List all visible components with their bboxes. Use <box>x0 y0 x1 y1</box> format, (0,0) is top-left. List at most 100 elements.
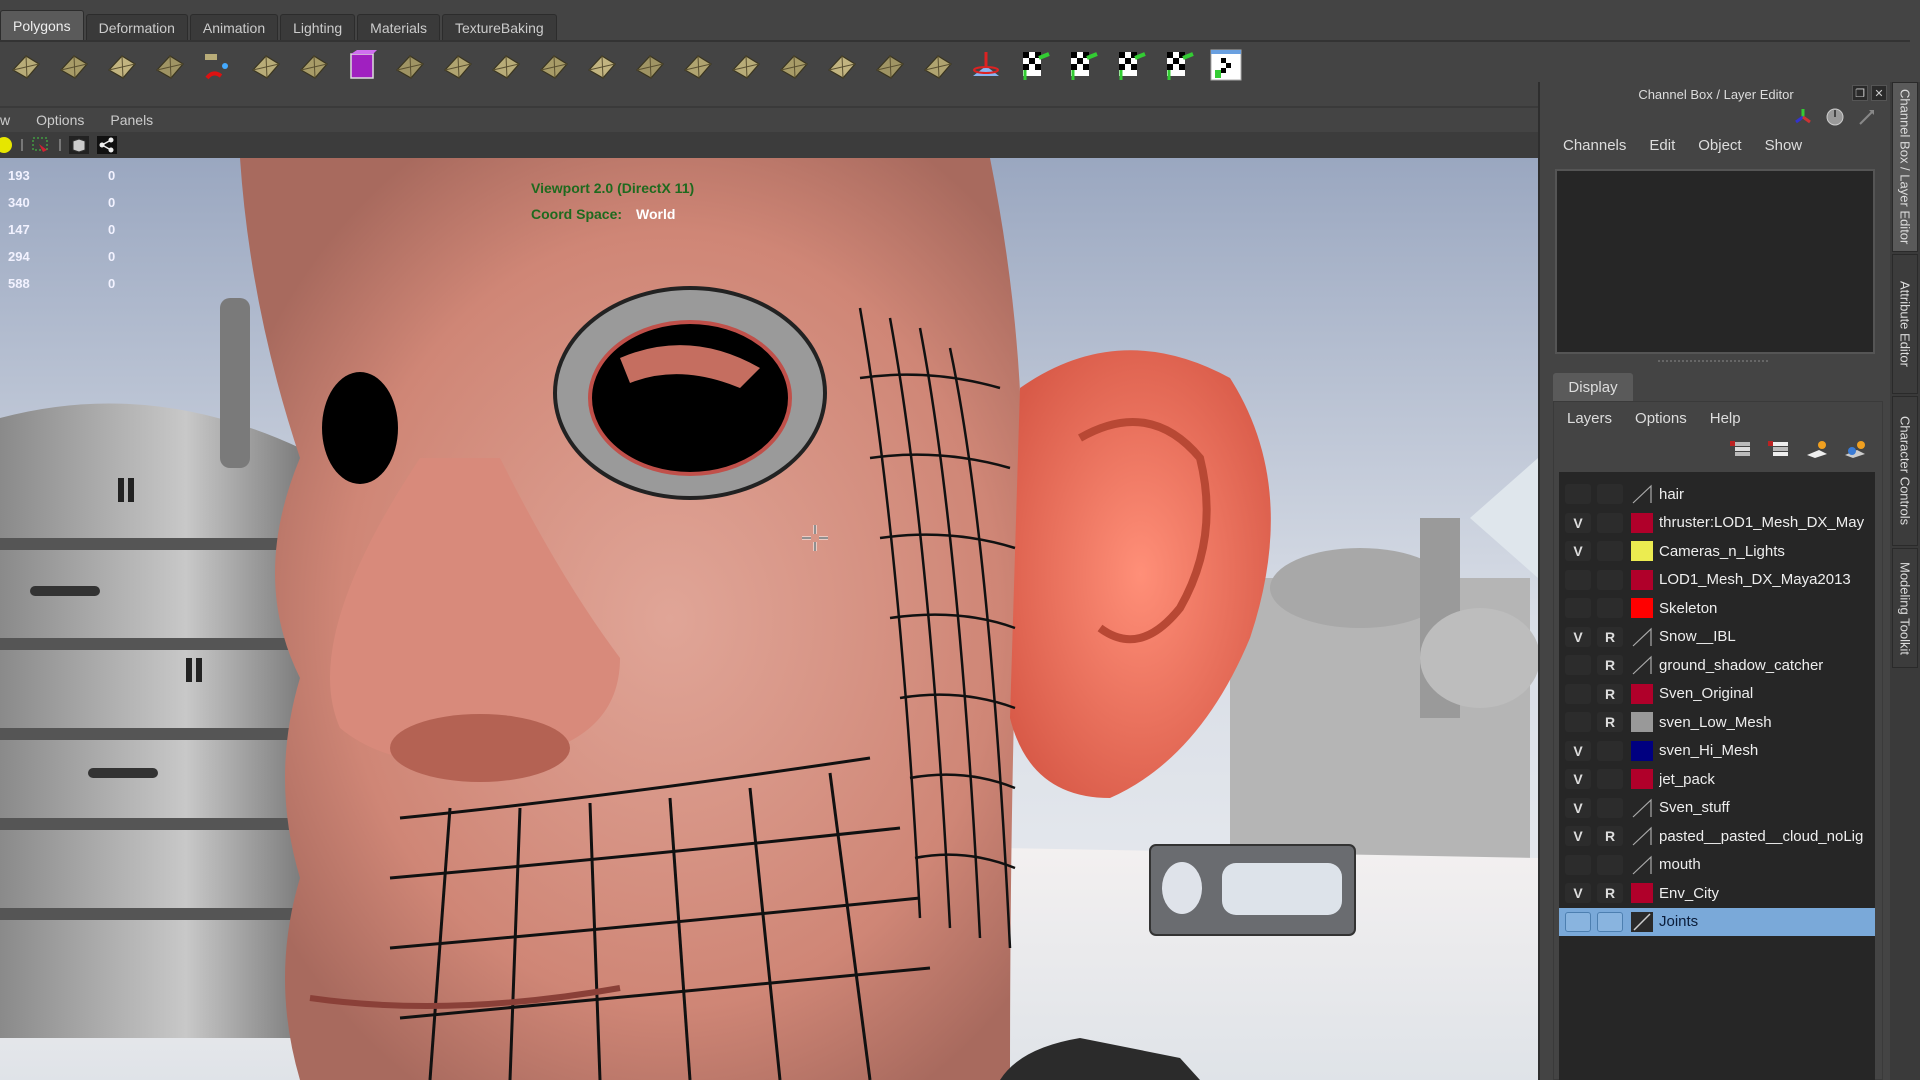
bridge-icon[interactable] <box>486 45 526 85</box>
merge-icon[interactable] <box>774 45 814 85</box>
layer-color-swatch[interactable] <box>1631 541 1653 561</box>
layer-color-swatch[interactable] <box>1631 512 1653 533</box>
offset-edge-loop-icon[interactable] <box>726 45 766 85</box>
shelf-tab-deformation[interactable]: Deformation <box>85 14 188 40</box>
menu-edit[interactable]: Edit <box>1649 137 1675 159</box>
layer-display-type-toggle[interactable] <box>1597 740 1623 761</box>
layer-row[interactable]: LOD1_Mesh_DX_Maya2013 <box>1559 566 1875 594</box>
layer-visibility-toggle[interactable]: V <box>1565 740 1591 761</box>
layer-display-type-toggle[interactable] <box>1597 598 1623 618</box>
layer-color-swatch[interactable] <box>1631 683 1653 704</box>
layer-color-swatch[interactable] <box>1631 883 1653 903</box>
sculpt-icon[interactable] <box>966 45 1006 85</box>
layer-display-type-toggle[interactable] <box>1597 769 1623 789</box>
layer-visibility-toggle[interactable] <box>1565 484 1591 504</box>
uv-spherical-icon[interactable] <box>1110 45 1150 85</box>
layer-row[interactable]: Vthruster:LOD1_Mesh_DX_May <box>1559 509 1875 537</box>
layer-row[interactable]: V Cameras_n_Lights <box>1559 537 1875 565</box>
menu-help[interactable]: Help <box>1710 410 1741 427</box>
shelf-tab-materials[interactable]: Materials <box>357 14 440 40</box>
fill-hole-icon[interactable] <box>582 45 622 85</box>
layer-display-type-toggle[interactable]: R <box>1597 626 1623 647</box>
layer-row[interactable]: hair <box>1559 480 1875 508</box>
layer-display-type-toggle[interactable] <box>1597 854 1623 875</box>
channel-box-area[interactable] <box>1555 169 1875 354</box>
poly-cone-icon[interactable] <box>54 45 94 85</box>
menu-layer-options[interactable]: Options <box>1635 410 1687 427</box>
layer-display-type-toggle[interactable] <box>1597 911 1623 932</box>
bevel-cube-icon[interactable] <box>342 45 382 85</box>
layer-color-swatch[interactable] <box>1631 826 1653 846</box>
layer-row[interactable]: Skeleton <box>1559 594 1875 622</box>
poke-icon[interactable] <box>918 45 958 85</box>
layer-row[interactable]: mouth <box>1559 851 1875 879</box>
new-anim-layer-icon[interactable] <box>1804 438 1830 460</box>
viewport-3d[interactable]: 193 0 340 0 147 0 294 0 588 0 Viewport 2.0 (Direc… <box>0 158 1538 1080</box>
menu-channels[interactable]: Channels <box>1563 137 1626 159</box>
menu-layers[interactable]: Layers <box>1567 410 1612 427</box>
layer-visibility-toggle[interactable] <box>1565 598 1591 618</box>
layer-visibility-toggle[interactable] <box>1565 569 1591 590</box>
combine-icon[interactable] <box>246 45 286 85</box>
shelf-tab-polygons[interactable]: Polygons <box>0 10 84 40</box>
shelf-tab-animation[interactable]: Animation <box>189 14 279 40</box>
layer-visibility-toggle[interactable]: V <box>1565 541 1591 561</box>
select-camera-icon[interactable] <box>30 135 52 155</box>
uv-editor-icon[interactable] <box>1206 45 1246 85</box>
vtab-character-controls[interactable]: Character Controls <box>1892 396 1918 546</box>
close-panel-button[interactable]: ✕ <box>1871 85 1887 101</box>
layer-visibility-toggle[interactable] <box>1565 683 1591 704</box>
layer-color-swatch[interactable] <box>1631 484 1653 504</box>
layer-visibility-toggle[interactable]: V <box>1565 826 1591 846</box>
layer-row[interactable]: V R Snow__IBL <box>1559 623 1875 651</box>
axis-icon[interactable] <box>1792 106 1814 128</box>
layer-display-type-toggle[interactable] <box>1597 541 1623 561</box>
menu-options[interactable]: Options <box>36 112 84 128</box>
layer-color-swatch[interactable] <box>1631 627 1653 647</box>
layer-row[interactable]: R Sven_Original <box>1559 680 1875 708</box>
layer-row[interactable]: V R Env_City <box>1559 879 1875 907</box>
append-icon[interactable] <box>534 45 574 85</box>
layer-row[interactable]: V Sven_stuff <box>1559 794 1875 822</box>
new-render-layer-icon[interactable] <box>1842 438 1868 460</box>
shelf-tab-texturebaking[interactable]: TextureBaking <box>441 14 557 40</box>
layer-display-type-toggle[interactable]: R <box>1597 712 1623 732</box>
layer-color-swatch[interactable] <box>1631 855 1653 875</box>
uv-automatic-icon[interactable] <box>1158 45 1198 85</box>
share-icon[interactable] <box>96 135 118 155</box>
layer-color-swatch[interactable] <box>1631 769 1653 789</box>
layer-row[interactable]: Vsven_Hi_Mesh <box>1559 737 1875 765</box>
collapse-icon[interactable] <box>822 45 862 85</box>
layer-color-swatch[interactable] <box>1631 598 1653 618</box>
layer-display-type-toggle[interactable]: R <box>1597 826 1623 846</box>
panel-resize-handle[interactable] <box>1658 360 1768 364</box>
uv-planar-icon[interactable] <box>1014 45 1054 85</box>
tab-display[interactable]: Display <box>1553 373 1633 401</box>
poly-torus-icon[interactable] <box>6 45 46 85</box>
extrude-icon[interactable] <box>390 45 430 85</box>
layer-visibility-toggle[interactable] <box>1565 911 1591 932</box>
layer-display-type-toggle[interactable] <box>1597 512 1623 533</box>
vtab-attribute-editor[interactable]: Attribute Editor <box>1892 254 1918 394</box>
separate-icon[interactable] <box>198 45 238 85</box>
wedge-icon[interactable] <box>870 45 910 85</box>
poly-cylinder-icon[interactable] <box>102 45 142 85</box>
menu-view[interactable]: w <box>0 112 10 128</box>
layer-color-swatch[interactable] <box>1631 569 1653 590</box>
insert-edge-loop-icon[interactable] <box>678 45 718 85</box>
cube-icon[interactable] <box>68 135 90 155</box>
layer-color-swatch[interactable] <box>1631 740 1653 761</box>
layer-row[interactable]: V Rpasted__pasted__cloud_noLig <box>1559 822 1875 850</box>
layer-row[interactable]: Vjet_pack <box>1559 765 1875 793</box>
light-icon[interactable] <box>0 135 14 155</box>
vtab-modeling-toolkit[interactable]: Modeling Toolkit <box>1892 548 1918 668</box>
smooth-icon[interactable] <box>294 45 334 85</box>
layer-display-type-toggle[interactable] <box>1597 569 1623 590</box>
layer-visibility-toggle[interactable]: V <box>1565 769 1591 789</box>
layer-display-type-toggle[interactable]: R <box>1597 883 1623 903</box>
layer-display-type-toggle[interactable]: R <box>1597 655 1623 675</box>
speed-icon[interactable] <box>1824 106 1846 128</box>
menu-panels[interactable]: Panels <box>110 112 153 128</box>
layer-row[interactable]: Rground_shadow_catcher <box>1559 651 1875 679</box>
shelf-tab-lighting[interactable]: Lighting <box>280 14 356 40</box>
